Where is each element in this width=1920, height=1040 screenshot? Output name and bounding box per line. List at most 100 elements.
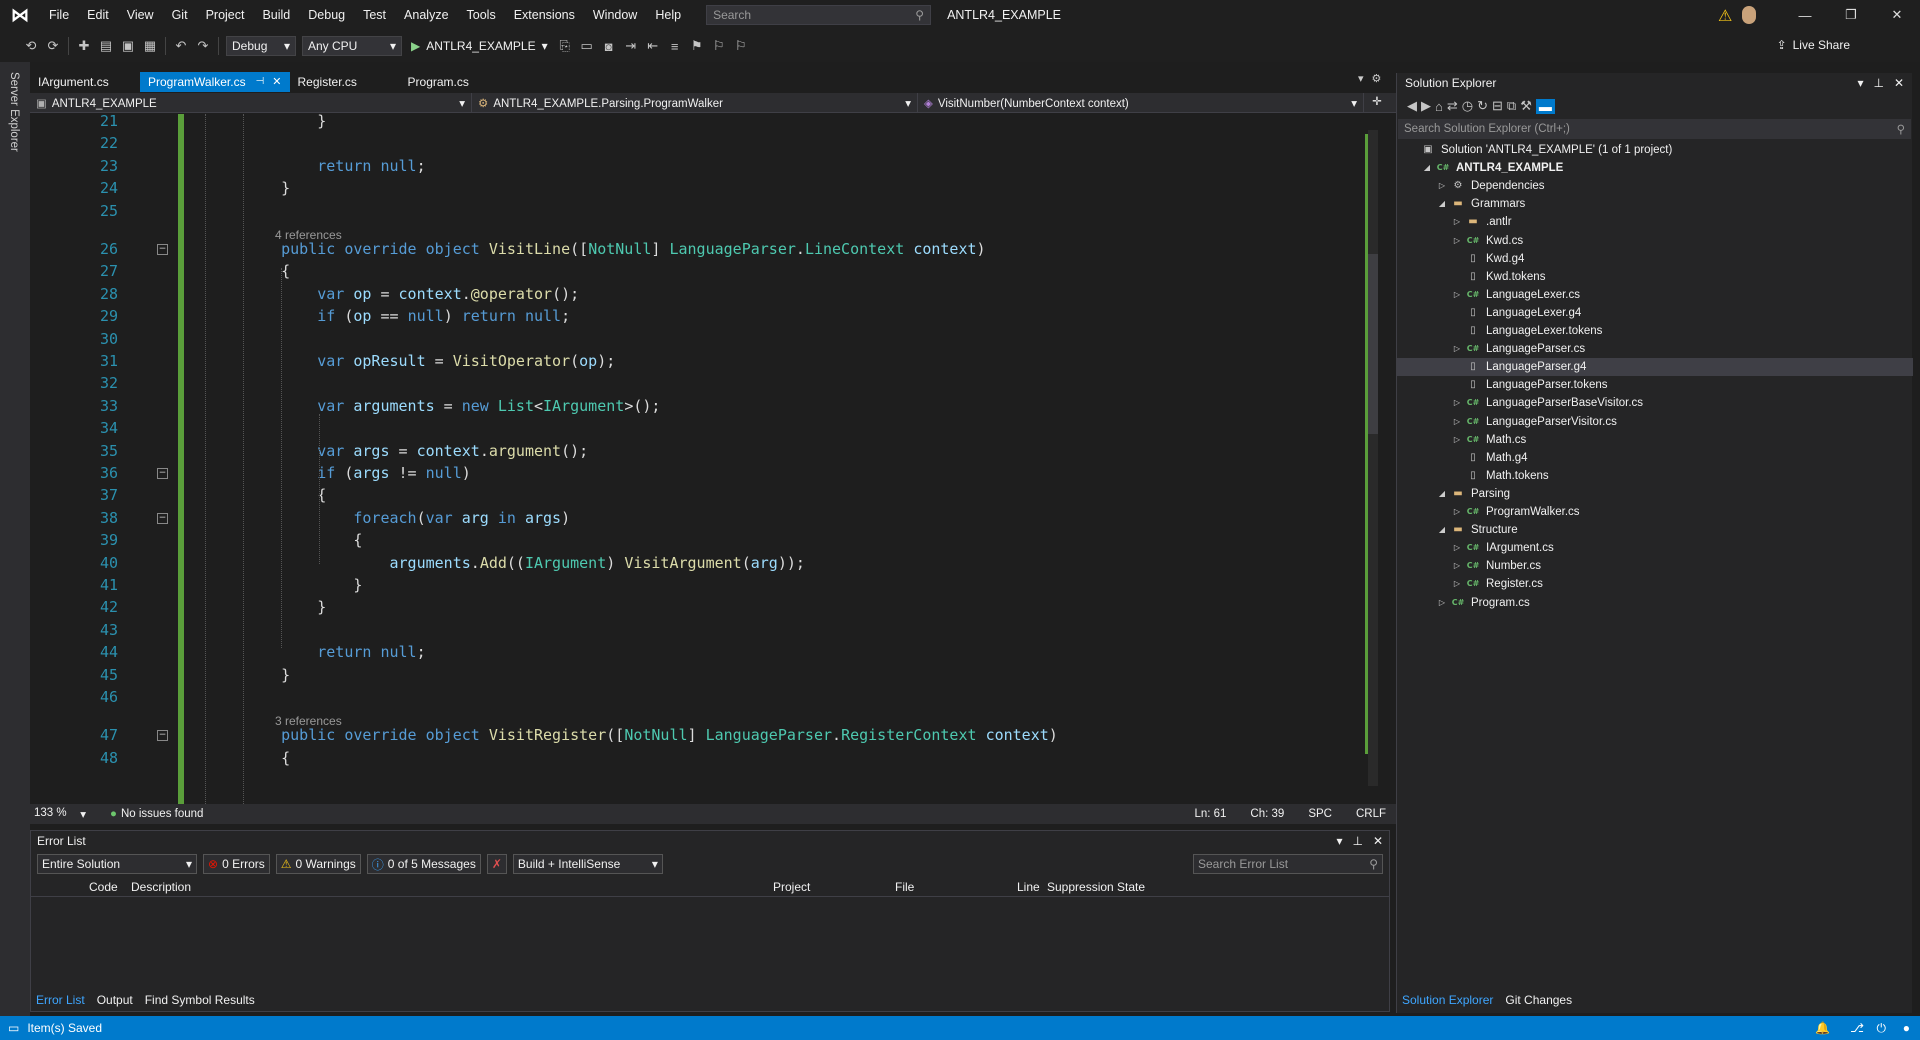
back-icon[interactable]: ⟲ [20, 35, 42, 57]
chevron-down-icon[interactable]: ▾ [1857, 76, 1863, 90]
code-text[interactable]: { [245, 484, 326, 506]
pin-icon[interactable]: ⊥ [1873, 76, 1883, 90]
collapsed-arrow-icon[interactable]: ▷ [1437, 177, 1447, 195]
tree-item[interactable]: ▯ LanguageLexer.g4 [1397, 304, 1913, 322]
save-icon[interactable]: ▣ [117, 35, 139, 57]
code-text[interactable]: var arguments = new List<IArgument>(); [245, 395, 660, 417]
pin-icon[interactable]: ⊣ [256, 72, 265, 92]
tab-output[interactable]: Output [91, 990, 139, 1010]
avatar[interactable] [1742, 6, 1756, 24]
tree-item[interactable]: ▷ C# Register.cs [1397, 575, 1913, 593]
member-dropdown[interactable]: ◈ VisitNumber(NumberContext context) ▾ [918, 93, 1364, 112]
live-share-button[interactable]: ⇪ Live Share [1777, 38, 1850, 52]
preview-icon[interactable]: ▬ [1535, 98, 1555, 114]
code-text[interactable]: if (op == null) return null; [245, 305, 570, 327]
tree-item[interactable]: ▷ C# Program.cs [1397, 594, 1913, 612]
tab-find-symbol-results[interactable]: Find Symbol Results [139, 990, 261, 1010]
pin-icon[interactable]: ⊥ [1352, 834, 1362, 848]
collapsed-arrow-icon[interactable]: ▷ [1452, 575, 1462, 593]
collapsed-arrow-icon[interactable]: ▷ [1437, 594, 1447, 612]
tree-item[interactable]: ◢ C# ANTLR4_EXAMPLE [1397, 159, 1913, 177]
collapsed-arrow-icon[interactable]: ▷ [1452, 539, 1462, 557]
tree-item[interactable]: ▷ C# LanguageLexer.cs [1397, 286, 1913, 304]
collapse-region-icon[interactable]: − [157, 730, 168, 742]
project-dropdown[interactable]: ▣ ANTLR4_EXAMPLE ▾ [30, 93, 472, 112]
scrollbar-track[interactable] [1368, 130, 1378, 786]
search-input[interactable]: Search ⚲ [706, 5, 932, 25]
undo-icon[interactable]: ↶ [170, 35, 192, 57]
menu-item-project[interactable]: Project [197, 0, 254, 30]
line-ending[interactable]: CRLF [1356, 808, 1386, 820]
tab-register-cs[interactable]: Register.cs [290, 72, 400, 92]
tree-item[interactable]: ▯ Math.g4 [1397, 449, 1913, 467]
tree-item[interactable]: ◢ ▬ Grammars [1397, 195, 1913, 213]
column-header-suppression-state[interactable]: Suppression State [1047, 880, 1145, 894]
tree-item[interactable]: ▷ C# Number.cs [1397, 557, 1913, 575]
tab-list-dropdown-icon[interactable]: ▾ [1358, 72, 1364, 85]
menu-item-view[interactable]: View [118, 0, 163, 30]
collapsed-arrow-icon[interactable]: ▷ [1452, 413, 1462, 431]
back-icon[interactable]: ◀ [1407, 98, 1417, 114]
scrollbar-thumb[interactable] [1368, 254, 1378, 434]
code-text[interactable]: return null; [245, 155, 425, 177]
column-header-code[interactable]: Code [89, 880, 118, 894]
code-editor[interactable]: 21 } 22 23 return null; 24 } 25 4 references 2… [30, 114, 1410, 804]
tree-item[interactable]: ▷ ▬ .antlr [1397, 213, 1913, 231]
restore-button[interactable]: ❐ [1828, 0, 1874, 30]
menu-item-git[interactable]: Git [163, 0, 197, 30]
tree-item[interactable]: ▯ Kwd.tokens [1397, 268, 1913, 286]
scope-select[interactable]: Entire Solution ▾ [37, 854, 197, 874]
menu-item-debug[interactable]: Debug [299, 0, 354, 30]
code-text[interactable]: public override object VisitLine([NotNul… [245, 238, 985, 260]
close-icon[interactable]: ✕ [272, 72, 281, 92]
tab-program-cs[interactable]: Program.cs [400, 72, 510, 92]
tree-item[interactable]: ▯ LanguageParser.tokens [1397, 376, 1913, 394]
code-text[interactable]: { [245, 747, 290, 769]
tree-item[interactable]: ▷ C# IArgument.cs [1397, 539, 1913, 557]
feedback-icon[interactable]: ● [1903, 1021, 1910, 1035]
issues-indicator[interactable]: ● No issues found [110, 808, 203, 820]
platform-select[interactable]: Any CPU ▾ [302, 36, 402, 56]
tree-item[interactable]: ▷ C# LanguageParserBaseVisitor.cs [1397, 394, 1913, 412]
menu-item-edit[interactable]: Edit [78, 0, 118, 30]
attach-icon[interactable]: ⎘ [554, 35, 576, 57]
warning-icon[interactable]: ⚠ [1718, 6, 1732, 26]
code-text[interactable]: var op = context.@operator(); [245, 283, 579, 305]
collapse-region-icon[interactable]: − [157, 244, 168, 255]
sync-icon[interactable]: ↻ [1477, 98, 1488, 114]
zoom-select[interactable]: 133 % ▾ [30, 807, 90, 821]
collapsed-arrow-icon[interactable]: ▷ [1452, 503, 1462, 521]
new-project-icon[interactable]: ✚ [73, 35, 95, 57]
errors-filter-button[interactable]: ⊗ 0 Errors [203, 854, 270, 874]
column-header-project[interactable]: Project [773, 880, 810, 894]
expanded-arrow-icon[interactable]: ◢ [1437, 485, 1447, 503]
tree-item[interactable]: ▷ ⚙ Dependencies [1397, 177, 1913, 195]
indent-icon[interactable]: ⇥ [620, 35, 642, 57]
code-text[interactable]: return null; [245, 641, 425, 663]
pending-changes-icon[interactable]: ◷ [1462, 98, 1473, 114]
code-text[interactable]: public override object VisitRegister([No… [245, 724, 1058, 746]
collapse-all-icon[interactable]: ⊟ [1492, 98, 1503, 114]
settings-gear-icon[interactable]: ⚙ [1372, 72, 1382, 85]
code-text[interactable]: var args = context.argument(); [245, 440, 588, 462]
tab-error-list[interactable]: Error List [30, 990, 91, 1010]
bookmark-next-icon[interactable]: ⚐ [730, 35, 752, 57]
tree-item[interactable]: ▷ C# Kwd.cs [1397, 232, 1913, 250]
code-text[interactable]: if (args != null) [245, 462, 471, 484]
menu-item-window[interactable]: Window [584, 0, 646, 30]
menu-item-tools[interactable]: Tools [458, 0, 505, 30]
open-folder-icon[interactable]: ▤ [95, 35, 117, 57]
chevron-down-icon[interactable]: ▾ [1336, 834, 1342, 848]
collapsed-arrow-icon[interactable]: ▷ [1452, 286, 1462, 304]
menu-item-extensions[interactable]: Extensions [505, 0, 584, 30]
collapsed-arrow-icon[interactable]: ▷ [1452, 557, 1462, 575]
line-number[interactable]: Ln: 61 [1194, 808, 1226, 820]
menu-item-test[interactable]: Test [354, 0, 395, 30]
code-text[interactable]: { [245, 529, 362, 551]
class-dropdown[interactable]: ⚙ ANTLR4_EXAMPLE.Parsing.ProgramWalker ▾ [472, 93, 918, 112]
collapsed-arrow-icon[interactable]: ▷ [1452, 394, 1462, 412]
messages-filter-button[interactable]: ⓘ 0 of 5 Messages [366, 854, 481, 874]
notifications-icon[interactable]: 🔔 [1815, 1021, 1830, 1035]
code-text[interactable]: arguments.Add((IArgument) VisitArgument(… [245, 552, 805, 574]
error-search-input[interactable]: Search Error List ⚲ [1193, 854, 1383, 874]
